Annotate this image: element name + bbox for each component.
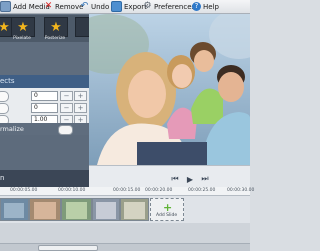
bottom-tab-bar — [0, 170, 89, 187]
slider-knob[interactable] — [0, 91, 9, 102]
star-icon: ★ — [50, 19, 62, 35]
play-button[interactable]: ▶ — [186, 174, 194, 184]
plus-button[interactable]: + — [74, 103, 87, 113]
clip-thumbnail — [124, 202, 145, 219]
help-button[interactable]: ? Help — [192, 1, 219, 12]
scrollbar-thumb[interactable] — [38, 245, 98, 251]
effect-thumb-posterize[interactable]: ★ — [44, 17, 68, 37]
star-icon: ★ — [17, 19, 29, 35]
time-tick: 00:00:25.00 — [188, 188, 216, 193]
play-icon: ▶ — [186, 174, 194, 184]
main-toolbar: Add Media ✕ Remove ↶ Undo Export ⚙ Prefe… — [0, 0, 250, 14]
bottom-tab[interactable]: n — [0, 174, 4, 182]
effects-section-header: ects — [0, 75, 89, 88]
plus-button[interactable]: + — [74, 91, 87, 101]
normalize-toggle[interactable] — [58, 125, 73, 135]
timeline-clip[interactable] — [61, 198, 92, 221]
playback-controls: ⏮ ▶ ⏭ — [89, 165, 250, 188]
timeline-clip[interactable] — [120, 198, 149, 221]
help-label: Help — [203, 2, 219, 11]
clip-thumbnail — [66, 202, 87, 219]
timeline-ruler[interactable]: 00:00:05.00 00:00:10.00 00:00:15.00 00:0… — [0, 187, 254, 196]
slider-knob[interactable] — [0, 103, 9, 114]
clip-thumbnail — [34, 202, 56, 219]
preview-photo — [89, 14, 250, 165]
time-tick: 00:00:15.00 — [113, 188, 141, 193]
time-tick: 00:00:10.00 — [58, 188, 86, 193]
add-media-icon — [0, 1, 11, 12]
add-slide-label: Add Slide — [156, 213, 178, 218]
help-icon: ? — [192, 2, 201, 11]
timeline-clip[interactable] — [0, 198, 29, 221]
value-field[interactable]: 0 — [31, 103, 58, 113]
effect-thumbnails: ★ ★ ★ Pixelate Posterize — [0, 15, 91, 42]
normalize-row: rmalize — [0, 123, 89, 135]
timeline-track: + Add Slide — [0, 196, 250, 223]
clip-thumbnail — [4, 203, 24, 218]
preferences-button[interactable]: ⚙ Preferences — [143, 1, 195, 12]
add-slide-button[interactable]: + Add Slide — [150, 198, 184, 221]
effect-label: Posterize — [44, 36, 66, 41]
timeline-clip[interactable] — [92, 198, 120, 221]
value-field[interactable]: 0 — [31, 91, 58, 101]
time-tick: 00:00:30.00 — [227, 188, 255, 193]
effects-header-label: ects — [0, 77, 15, 85]
time-tick: 00:00:05.00 — [10, 188, 38, 193]
add-media-button[interactable]: Add Media — [0, 1, 50, 12]
remove-icon: ✕ — [44, 1, 53, 11]
export-icon — [111, 1, 122, 12]
clip-thumbnail — [96, 202, 116, 219]
preferences-label: Preferences — [154, 2, 196, 11]
skip-back-icon: ⏮ — [171, 174, 179, 183]
minus-button[interactable]: − — [60, 103, 73, 113]
previous-frame-button[interactable]: ⏮ — [171, 174, 179, 183]
export-button[interactable]: Export — [111, 1, 147, 12]
effect-thumb-pixelate[interactable]: ★ — [11, 17, 35, 37]
undo-button[interactable]: ↶ Undo — [80, 1, 110, 12]
undo-icon: ↶ — [80, 1, 89, 11]
gear-icon: ⚙ — [143, 1, 152, 11]
next-frame-button[interactable]: ⏭ — [201, 174, 209, 183]
normalize-label: rmalize — [0, 125, 24, 133]
minus-button[interactable]: − — [60, 91, 73, 101]
skip-forward-icon: ⏭ — [201, 174, 209, 183]
video-preview — [89, 14, 250, 165]
undo-label: Undo — [91, 2, 110, 11]
timeline-clip[interactable] — [29, 198, 61, 221]
remove-button[interactable]: ✕ Remove — [44, 1, 84, 12]
effect-label: Pixelate — [13, 36, 31, 41]
time-tick: 00:00:20.00 — [145, 188, 173, 193]
star-icon: ★ — [0, 19, 10, 35]
panel-empty-area — [0, 135, 89, 170]
